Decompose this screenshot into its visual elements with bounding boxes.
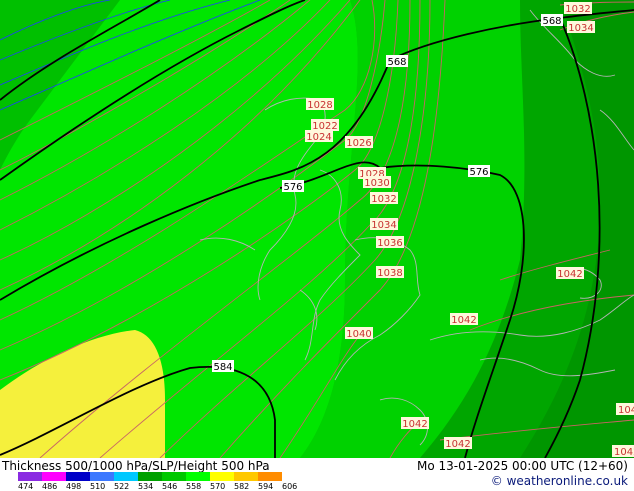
legend-swatch xyxy=(138,472,162,481)
slp-label: 1042 xyxy=(444,437,472,450)
slp-label: 1024 xyxy=(305,130,333,143)
svg-text:568: 568 xyxy=(387,57,406,68)
svg-text:104: 104 xyxy=(618,405,634,416)
slp-label: 1028 xyxy=(306,98,334,111)
legend-swatch xyxy=(114,472,138,481)
slp-label: 1042 xyxy=(450,313,478,326)
slp-label: 1026 xyxy=(345,136,373,149)
svg-text:584: 584 xyxy=(213,362,232,373)
weather-map: 568 568 576 576 584 1032 1034 1028 1022 … xyxy=(0,0,634,458)
svg-text:1026: 1026 xyxy=(346,138,371,149)
svg-text:1034: 1034 xyxy=(568,23,593,34)
svg-text:1028: 1028 xyxy=(307,100,332,111)
svg-text:1032: 1032 xyxy=(371,194,396,205)
legend-swatch xyxy=(18,472,42,481)
legend-color-bar xyxy=(18,472,282,481)
slp-label: 1030 xyxy=(363,176,391,189)
svg-text:1024: 1024 xyxy=(306,132,331,143)
svg-text:1042: 1042 xyxy=(445,439,470,450)
legend-swatch xyxy=(186,472,210,481)
svg-text:568: 568 xyxy=(542,16,561,27)
height-label: 584 xyxy=(212,360,234,373)
credit-link[interactable]: © weatheronline.co.uk xyxy=(491,474,628,488)
svg-text:576: 576 xyxy=(469,167,488,178)
svg-text:1038: 1038 xyxy=(377,268,402,279)
slp-label: 1042 xyxy=(556,267,584,280)
svg-text:1042: 1042 xyxy=(451,315,476,326)
legend-swatch xyxy=(234,472,258,481)
slp-label: 1036 xyxy=(376,236,404,249)
slp-label: 104 xyxy=(616,403,634,416)
map-footer: Thickness 500/1000 hPa/SLP/Height 500 hP… xyxy=(0,458,634,491)
height-label: 568 xyxy=(541,14,563,27)
legend-swatch xyxy=(258,472,282,481)
slp-label: 1042 xyxy=(612,445,634,458)
svg-text:1034: 1034 xyxy=(371,220,396,231)
slp-label: 1034 xyxy=(567,21,595,34)
svg-text:1030: 1030 xyxy=(364,178,389,189)
svg-text:1040: 1040 xyxy=(346,329,371,340)
slp-label: 1034 xyxy=(370,218,398,231)
svg-text:1042: 1042 xyxy=(402,419,427,430)
svg-text:1036: 1036 xyxy=(377,238,402,249)
svg-text:1032: 1032 xyxy=(565,4,590,15)
legend-swatch xyxy=(90,472,114,481)
svg-text:576: 576 xyxy=(283,182,302,193)
height-label: 568 xyxy=(386,55,408,68)
slp-label: 1040 xyxy=(345,327,373,340)
slp-label: 1042 xyxy=(401,417,429,430)
slp-label: 1032 xyxy=(370,192,398,205)
svg-text:1042: 1042 xyxy=(614,447,634,458)
legend-swatch xyxy=(162,472,186,481)
legend-swatch xyxy=(66,472,90,481)
map-title: Thickness 500/1000 hPa/SLP/Height 500 hP… xyxy=(2,459,270,473)
slp-label: 1032 xyxy=(564,2,592,15)
slp-label: 1038 xyxy=(376,266,404,279)
height-label: 576 xyxy=(282,180,304,193)
valid-time: Mo 13-01-2025 00:00 UTC (12+60) xyxy=(416,459,628,473)
svg-text:1042: 1042 xyxy=(557,269,582,280)
legend-swatch xyxy=(42,472,66,481)
height-label: 576 xyxy=(468,165,490,178)
legend-swatch xyxy=(210,472,234,481)
